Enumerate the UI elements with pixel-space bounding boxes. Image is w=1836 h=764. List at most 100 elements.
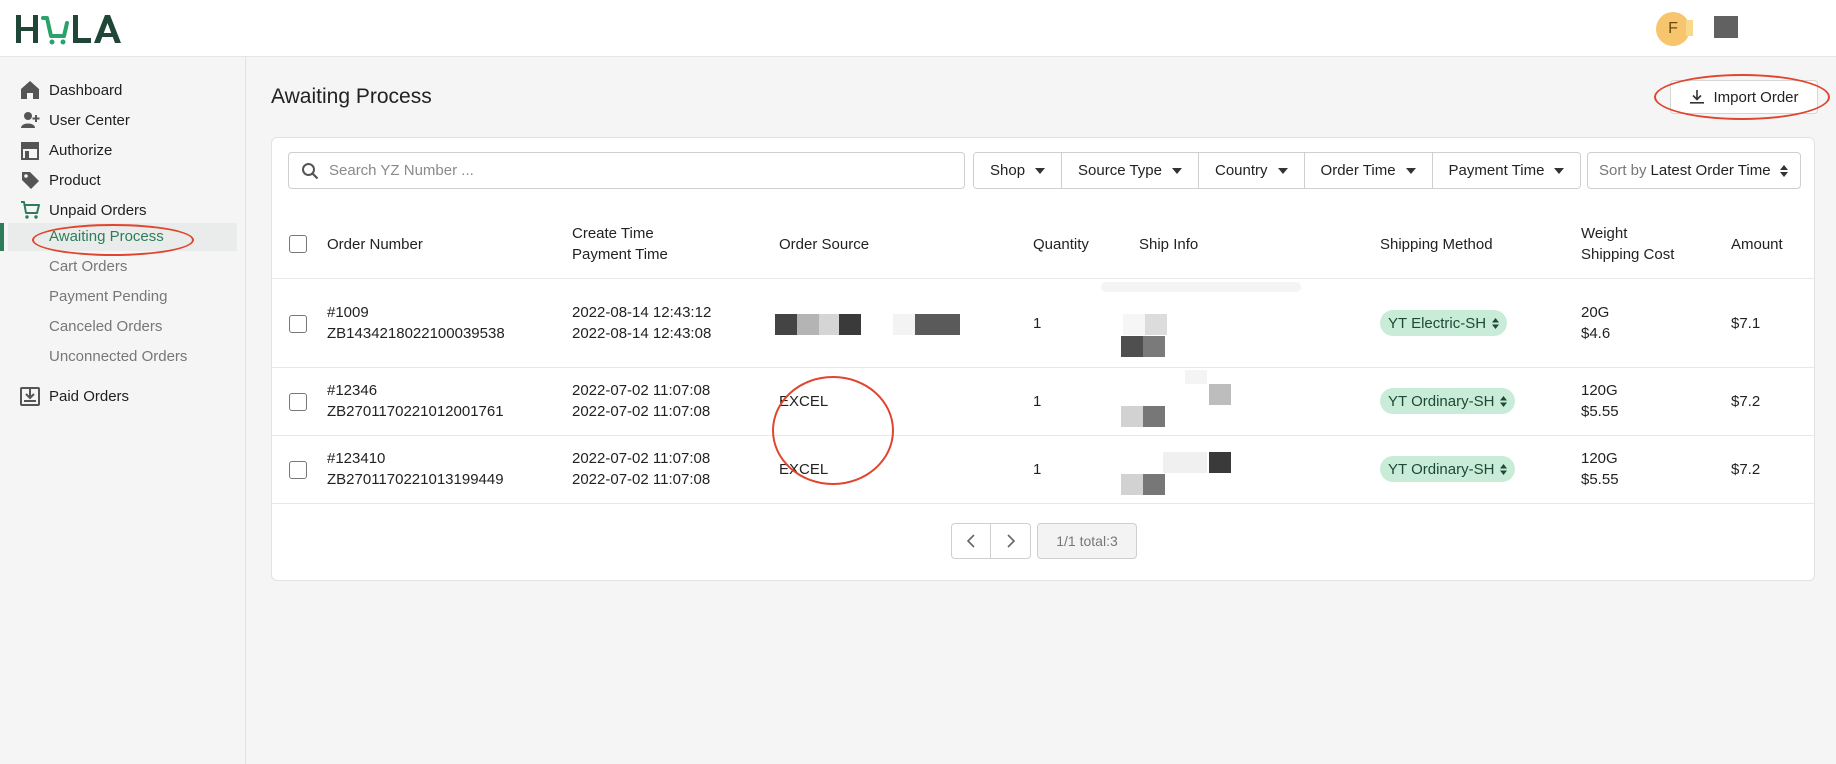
weight: 120G (1581, 450, 1618, 467)
sidebar-sub-unconnected-orders[interactable]: Unconnected Orders (49, 346, 187, 368)
shipping-method-select[interactable]: YT Ordinary-SH (1380, 456, 1516, 482)
filter-label: Country (1215, 162, 1268, 179)
order-number: #12346 (327, 382, 378, 399)
redacted-block (915, 314, 960, 335)
user-plus-icon (20, 110, 40, 130)
amount: $7.1 (1731, 315, 1761, 332)
redacted-block (1121, 474, 1143, 495)
shipping-method-label: YT Ordinary-SH (1388, 460, 1495, 478)
sidebar-item-user-center[interactable]: User Center (20, 108, 130, 132)
redacted-block (1163, 452, 1207, 473)
sidebar-item-label: Paid Orders (49, 387, 130, 405)
col-order-number: Order Number (327, 236, 423, 253)
redacted-block (1145, 314, 1167, 335)
user-avatar[interactable]: F (1656, 12, 1690, 46)
annotation-ellipse (1654, 74, 1830, 120)
col-shipping-method: Shipping Method (1380, 236, 1493, 253)
hola-logo-icon (16, 15, 121, 45)
orders-card: Shop Source Type Country Order Time Paym… (271, 137, 1815, 581)
page-title: Awaiting Process (271, 85, 432, 108)
filter-label: Order Time (1320, 162, 1396, 179)
search-icon (301, 162, 319, 180)
shipping-method-select[interactable]: YT Ordinary-SH (1380, 388, 1516, 414)
sidebar-sub-canceled-orders[interactable]: Canceled Orders (49, 316, 162, 338)
filter-source-type[interactable]: Source Type (1062, 153, 1199, 188)
caret-down-icon (1554, 167, 1565, 174)
sidebar-item-label: User Center (49, 111, 130, 129)
shipping-cost: $5.55 (1581, 403, 1619, 420)
annotation-circle (772, 376, 894, 485)
caret-down-icon (1277, 167, 1288, 174)
sort-updown-icon (1500, 463, 1508, 475)
redacted-block (1185, 370, 1207, 384)
redacted-block (1101, 282, 1301, 292)
sidebar-item-label: Unpaid Orders (49, 201, 147, 219)
filter-shop[interactable]: Shop (974, 153, 1063, 188)
payment-time: 2022-07-02 11:07:08 (572, 471, 711, 488)
weight: 120G (1581, 382, 1618, 399)
sort-updown-icon (1492, 317, 1500, 329)
amount: $7.2 (1731, 461, 1761, 478)
order-code: ZB2701170221013199449 (327, 471, 504, 488)
sort-updown-icon (1780, 165, 1788, 177)
download-box-icon (20, 386, 40, 406)
weight: 20G (1581, 304, 1610, 321)
sidebar-item-unpaid-orders[interactable]: Unpaid Orders (20, 198, 147, 222)
select-all-checkbox[interactable] (289, 235, 307, 253)
order-number: #123410 (327, 450, 386, 467)
row-checkbox[interactable] (289, 461, 307, 479)
order-code: ZB1434218022100039538 (327, 325, 505, 342)
filter-order-time[interactable]: Order Time (1304, 153, 1433, 188)
redacted-block (1123, 314, 1145, 335)
payment-time: 2022-08-14 12:43:08 (572, 325, 712, 342)
search-input[interactable] (329, 155, 964, 186)
sidebar-item-label: Dashboard (49, 81, 123, 99)
sidebar-item-label: Authorize (49, 141, 113, 159)
sidebar-item-paid-orders[interactable]: Paid Orders (20, 384, 129, 408)
chevron-left-icon (966, 534, 975, 548)
col-ship-info: Ship Info (1139, 236, 1199, 253)
search-box (288, 152, 965, 189)
redacted-block (797, 314, 819, 335)
order-number: #1009 (327, 304, 369, 321)
col-payment-time: Payment Time (572, 246, 668, 263)
filter-country[interactable]: Country (1199, 153, 1305, 188)
store-icon (20, 140, 40, 160)
filter-payment-time[interactable]: Payment Time (1432, 153, 1581, 188)
col-quantity: Quantity (1033, 236, 1089, 253)
row-checkbox[interactable] (289, 393, 307, 411)
cart-icon (20, 200, 40, 220)
shipping-method-label: YT Electric-SH (1388, 314, 1487, 332)
sidebar-item-dashboard[interactable]: Dashboard (20, 78, 122, 102)
col-shipping-cost: Shipping Cost (1581, 246, 1675, 263)
amount: $7.2 (1731, 393, 1761, 410)
sort-value: Latest Order Time (1650, 162, 1771, 179)
sidebar-sub-cart-orders[interactable]: Cart Orders (49, 256, 127, 278)
col-amount: Amount (1731, 236, 1783, 253)
redacted-block (1209, 384, 1231, 405)
shipping-cost: $5.55 (1581, 471, 1619, 488)
table-row[interactable]: #1009 ZB1434218022100039538 2022-08-14 1… (272, 279, 1814, 368)
redacted-block (1209, 452, 1231, 473)
table-row[interactable]: #123410 ZB2701170221013199449 2022-07-02… (272, 436, 1814, 504)
sidebar-item-product[interactable]: Product (20, 168, 101, 192)
table-header: Order Number Create Time Payment Time Or… (272, 210, 1814, 279)
quantity: 1 (1033, 315, 1042, 332)
sidebar-item-label: Product (49, 171, 101, 189)
shipping-method-select[interactable]: YT Electric-SH (1380, 310, 1508, 336)
redacted-block (775, 314, 797, 335)
sort-prefix: Sort by (1599, 162, 1647, 179)
sidebar-item-authorize[interactable]: Authorize (20, 138, 112, 162)
sort-select[interactable]: Sort by Latest Order Time (1587, 152, 1801, 189)
sidebar-sub-payment-pending[interactable]: Payment Pending (49, 286, 167, 308)
prev-page-button[interactable] (951, 523, 991, 559)
table-row[interactable]: #12346 ZB2701170221012001761 2022-07-02 … (272, 368, 1814, 436)
row-checkbox[interactable] (289, 315, 307, 333)
caret-down-icon (1172, 167, 1182, 174)
filter-label: Shop (990, 162, 1026, 179)
redacted-block (1714, 16, 1738, 38)
filter-group: Shop Source Type Country Order Time Paym… (973, 152, 1582, 189)
filter-label: Payment Time (1448, 162, 1545, 179)
pagination: 1/1 total:3 (951, 523, 1137, 559)
next-page-button[interactable] (991, 523, 1031, 559)
